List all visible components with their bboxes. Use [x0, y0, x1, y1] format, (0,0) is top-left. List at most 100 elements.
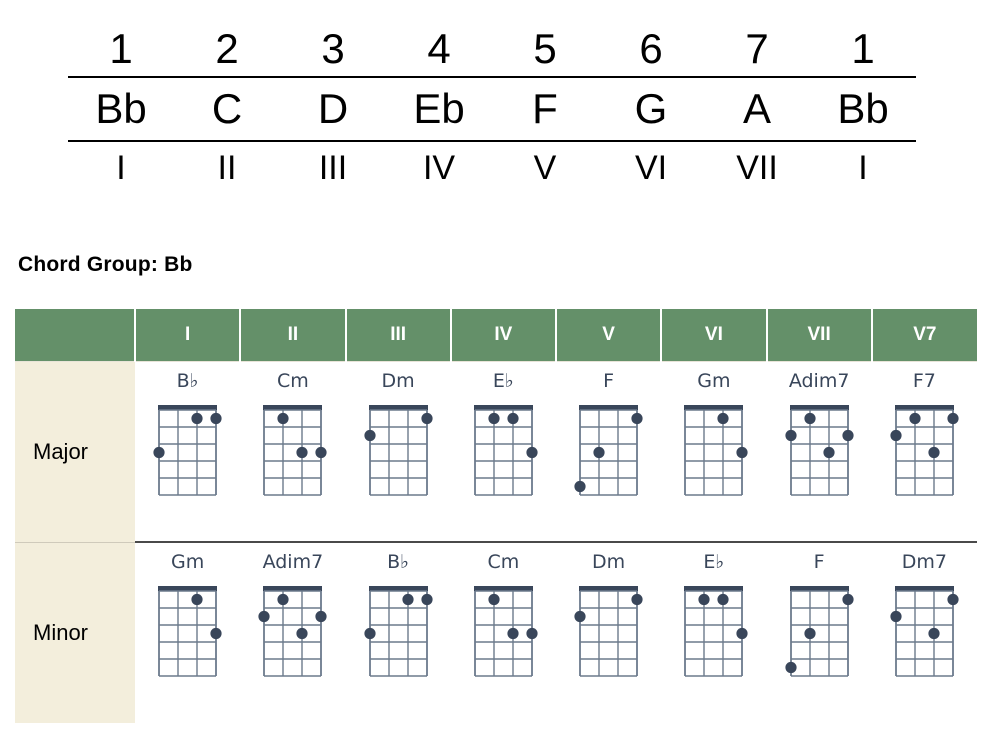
finger-dot — [785, 429, 797, 441]
chord-diagram-wrap — [556, 575, 661, 684]
chord-cell[interactable]: E♭ — [450, 361, 556, 542]
nut-bar — [473, 586, 533, 591]
chord-cell[interactable]: Cm — [450, 541, 556, 723]
finger-dot — [488, 412, 500, 424]
header-corner-cell — [15, 309, 136, 362]
chord-diagram-grid — [890, 404, 959, 496]
nut-bar — [579, 586, 639, 591]
chord-cell[interactable]: Adim7 — [766, 361, 872, 542]
chord-name-label: Gm — [171, 551, 205, 573]
chord-name-label: B♭ — [387, 551, 410, 573]
chord-cell[interactable]: Gm — [661, 361, 767, 542]
chord-table-header-row: I II III IV V VI VII V7 — [15, 309, 977, 362]
scale-degrees-cell: 6 — [639, 25, 663, 72]
row-label-major: Major — [15, 361, 135, 543]
finger-dot — [631, 412, 643, 424]
chord-cell[interactable]: Gm — [135, 541, 241, 723]
chord-name-label: Dm7 — [901, 551, 947, 573]
header-cell-iii[interactable]: III — [345, 309, 452, 362]
finger-dot — [210, 412, 222, 424]
scale-degrees-cell: 5 — [533, 25, 557, 72]
nut-bar — [789, 586, 849, 591]
chord-cell[interactable]: Dm — [556, 541, 662, 723]
chord-diagram-wrap — [240, 394, 345, 503]
chord-cell[interactable]: E♭ — [661, 541, 767, 723]
finger-dot — [947, 593, 959, 606]
finger-dot — [191, 593, 203, 606]
chord-diagram-wrap — [872, 575, 977, 684]
chord-diagram-wrap — [240, 575, 345, 684]
scale-notes-cell: F — [532, 85, 558, 132]
finger-dot — [736, 446, 748, 458]
chord-diagram-grid — [890, 586, 959, 677]
chord-name-label: F — [603, 369, 615, 392]
scale-roman-cell: VII — [736, 149, 778, 187]
scale-degrees-cell: 7 — [745, 25, 769, 72]
scale-degrees-cell: 1 — [109, 25, 133, 72]
chord-cell[interactable]: F7 — [871, 361, 977, 542]
chord-diagram-grid — [364, 404, 433, 496]
finger-dot — [315, 610, 327, 623]
finger-dot — [842, 593, 854, 606]
chord-cell[interactable]: Adim7 — [240, 541, 346, 723]
finger-dot — [928, 446, 940, 458]
chord-diagram-wrap — [451, 394, 556, 503]
chord-diagram-wrap — [135, 575, 240, 684]
chord-diagram-grid — [153, 404, 222, 496]
finger-dot — [890, 610, 902, 623]
scale-notes-cell: Eb — [413, 85, 465, 132]
chord-diagram-wrap — [556, 394, 661, 503]
scale-roman-cell: II — [217, 149, 237, 187]
header-cell-i[interactable]: I — [135, 309, 242, 362]
scale-roman-cell: III — [318, 149, 348, 187]
finger-dot — [736, 627, 748, 640]
chord-cell[interactable]: B♭ — [135, 361, 241, 542]
finger-dot — [717, 593, 729, 606]
chord-diagram-wrap — [346, 575, 451, 684]
finger-dot — [191, 412, 203, 424]
chord-diagram-wrap — [346, 394, 451, 503]
header-cell-vi[interactable]: VI — [661, 309, 768, 362]
chord-diagram-grid — [258, 586, 327, 677]
header-cell-vii[interactable]: VII — [766, 309, 873, 362]
chord-table-head: I II III IV V VI VII V7 — [15, 309, 977, 362]
chord-name-label: E♭ — [703, 551, 725, 573]
chord-cell[interactable]: B♭ — [345, 541, 451, 723]
scale-roman-row: I II III IV V VI VII I — [68, 142, 916, 194]
row-label-minor: Minor — [15, 542, 135, 723]
chord-diagram-grid — [574, 586, 643, 677]
chord-name-label: Gm — [697, 369, 731, 392]
chord-cell[interactable]: Dm7 — [871, 541, 977, 723]
chord-cell[interactable]: Dm — [345, 361, 451, 542]
chord-cell[interactable]: Cm — [240, 361, 346, 542]
scale-degree-row: 1 2 3 4 5 6 7 1 — [68, 22, 916, 76]
finger-dot — [421, 593, 433, 606]
finger-dot — [574, 610, 586, 623]
scale-degrees-cell: 2 — [215, 25, 239, 72]
chord-diagram-wrap — [767, 394, 872, 503]
chord-diagram-grid — [684, 404, 748, 496]
header-cell-v[interactable]: V — [556, 309, 663, 362]
finger-dot — [698, 593, 710, 606]
finger-dot — [402, 593, 414, 606]
nut-bar — [368, 586, 428, 591]
header-cell-iv[interactable]: IV — [450, 309, 558, 362]
finger-dot — [364, 429, 376, 441]
chord-name-label: E♭ — [492, 369, 514, 392]
finger-dot — [947, 412, 959, 424]
chord-chart-table: I II III IV V VI VII V7 Major B♭ Cm Dm E♭ F Gm Adim7 F7… — [15, 309, 977, 723]
scale-notes-cell: Bb — [837, 85, 889, 132]
finger-dot — [785, 661, 797, 674]
finger-dot — [210, 627, 222, 640]
header-cell-v7[interactable]: V7 — [871, 309, 977, 362]
chord-cell[interactable]: F — [556, 361, 662, 542]
finger-dot — [277, 412, 289, 424]
nut-bar — [894, 586, 954, 591]
chord-diagram-grid — [473, 586, 538, 677]
finger-dot — [804, 627, 816, 640]
header-cell-ii[interactable]: II — [240, 309, 347, 362]
scale-notes-cell: C — [211, 85, 243, 132]
finger-dot — [153, 446, 165, 458]
chord-cell[interactable]: F — [766, 541, 872, 723]
chord-diagram-wrap — [767, 575, 872, 684]
